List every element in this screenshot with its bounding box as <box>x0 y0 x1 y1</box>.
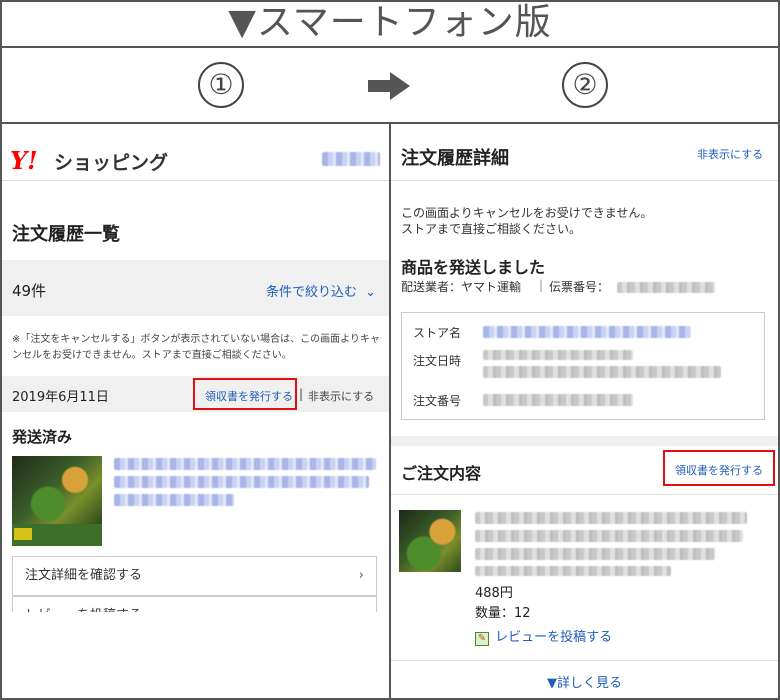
page-title: ▼スマートフォン版 <box>228 2 552 43</box>
section-gap <box>391 436 778 446</box>
shopping-logo-text: ショッピング <box>54 152 169 174</box>
header-divider <box>2 180 389 181</box>
user-name-blurred[interactable] <box>322 152 380 166</box>
detail-product-line1 <box>475 512 747 524</box>
product-quantity: 数量：12 <box>475 606 531 621</box>
order-count: 49件 <box>12 282 47 300</box>
more-divider <box>391 660 778 661</box>
product-name-line3[interactable] <box>114 494 234 506</box>
detail-page-title: 注文履歴詳細 <box>401 148 509 169</box>
yahoo-logo[interactable]: Y! <box>10 146 38 175</box>
order-contents-heading: ご注文内容 <box>401 464 482 483</box>
detail-receipt-highlight-box <box>663 450 775 486</box>
order-number-blurred <box>483 394 633 406</box>
list-page-title: 注文履歴一覧 <box>12 224 120 245</box>
order-number-label: 注文番号 <box>413 394 462 408</box>
product-name-line1[interactable] <box>114 458 376 470</box>
pencil-icon: ✎ <box>475 632 489 646</box>
detail-review-link[interactable]: ✎ レビューを投稿する <box>475 626 612 646</box>
show-more-link[interactable]: ▼詳しく見る <box>391 672 778 691</box>
order-detail-screen: 注文履歴詳細 非表示にする この画面よりキャンセルをお受けできません。 ストアま… <box>391 124 778 698</box>
product-name-line2[interactable] <box>114 476 369 488</box>
shipping-status: 発送済み <box>12 428 73 446</box>
separator-bar: | <box>299 387 304 401</box>
chevron-down-icon: ⌄ <box>365 285 377 300</box>
tracking-number-blurred <box>617 282 715 293</box>
carrier-text: 配送業者：ヤマト運輸 <box>401 280 522 294</box>
detail-review-label: レビューを投稿する <box>495 630 613 645</box>
chevron-right-icon: › <box>358 568 364 583</box>
order-history-list-screen: Y! ショッピング 注文履歴一覧 49件 条件で絞り込む ⌄ ※「注文をキャンセ… <box>2 124 389 698</box>
order-date: 2019年6月11日 <box>12 390 109 405</box>
store-label: ストア名 <box>413 326 462 340</box>
cancel-note-line2: ストアまで直接ご相談ください。 <box>401 222 582 236</box>
product-badge <box>14 528 32 540</box>
store-name-blurred[interactable] <box>483 326 691 338</box>
order-date-blurred-1 <box>483 350 633 360</box>
carrier-separator: | <box>539 278 544 292</box>
detail-product-line4 <box>475 566 671 576</box>
tracking-label: 伝票番号： <box>549 280 610 294</box>
step-two-marker: ② <box>562 62 608 108</box>
detail-product-line2 <box>475 530 743 542</box>
step-one-marker: ① <box>198 62 244 108</box>
detail-hide-link[interactable]: 非表示にする <box>697 146 763 162</box>
order-detail-button[interactable]: 注文詳細を確認する › <box>12 556 377 596</box>
order-date-label: 注文日時 <box>413 354 462 368</box>
filter-label: 条件で絞り込む <box>266 285 358 300</box>
detail-product-line3 <box>475 548 715 560</box>
right-arrow-icon <box>368 72 410 100</box>
product-thumbnail[interactable] <box>12 456 102 524</box>
product-price: 488円 <box>475 586 513 601</box>
order-detail-label: 注文詳細を確認する <box>25 568 143 583</box>
order-date-blurred-2 <box>483 366 721 378</box>
contents-divider <box>391 494 778 495</box>
detail-product-thumbnail[interactable] <box>399 510 461 572</box>
title-divider <box>0 46 780 48</box>
receipt-highlight-box <box>193 378 297 410</box>
hide-link[interactable]: 非表示にする <box>308 388 374 404</box>
shipped-heading: 商品を発送しました <box>401 258 546 277</box>
filter-link[interactable]: 条件で絞り込む ⌄ <box>266 281 376 300</box>
cancel-note: ※「注文をキャンセルする」ボタンが表示されていない場合は、この画面よりキャンセル… <box>12 334 380 361</box>
clipped-bottom <box>2 612 389 698</box>
detail-header-divider <box>391 180 778 181</box>
